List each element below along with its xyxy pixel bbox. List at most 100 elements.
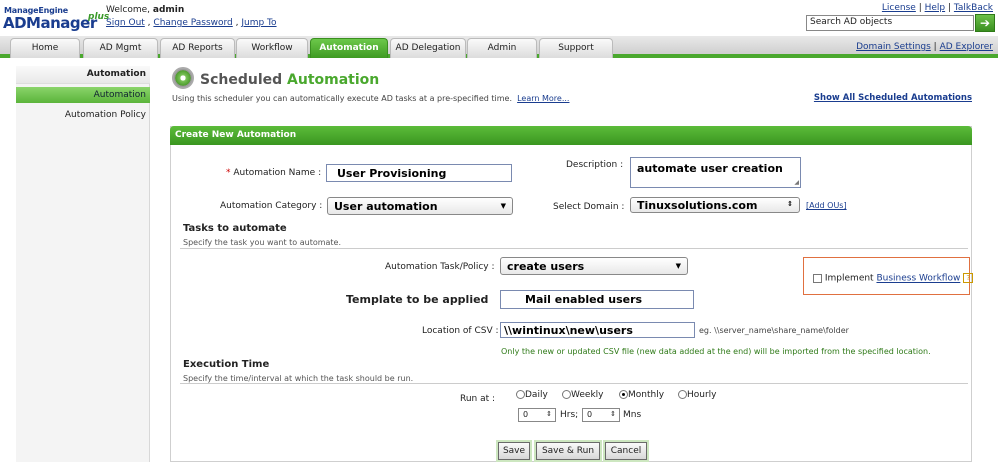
hours-select[interactable]: 0 ⇕ — [518, 408, 556, 422]
run-option-weekly-label: Weekly — [571, 390, 604, 400]
run-option-weekly[interactable]: Weekly — [562, 390, 603, 400]
user-links: Sign Out , Change Password , Jump To — [106, 18, 277, 28]
dropdown-arrow-icon: ▼ — [675, 262, 681, 270]
select-domain-label: Select Domain : — [553, 202, 625, 212]
minutes-value: 0 — [587, 410, 593, 419]
jump-to-link[interactable]: Jump To — [241, 18, 276, 28]
show-all-link[interactable]: Show All Scheduled Automations — [814, 93, 972, 103]
description-textarea[interactable]: automate user creation ◢ — [630, 157, 801, 188]
resize-handle-icon[interactable]: ◢ — [794, 179, 799, 186]
run-option-daily[interactable]: Daily — [516, 390, 548, 400]
top-links: License | Help | TalkBack — [881, 3, 993, 13]
help-icon[interactable]: ? — [963, 273, 974, 283]
dropdown-arrow-icon: ▼ — [500, 202, 506, 210]
divider — [180, 248, 968, 249]
hours-label: Hrs; — [560, 410, 579, 420]
page-subtitle-text: Using this scheduler you can automatical… — [172, 94, 513, 103]
welcome-prefix: Welcome, — [106, 5, 151, 15]
automation-category-value: User automation — [334, 200, 438, 213]
nav-right-links: Domain Settings | AD Explorer — [856, 42, 993, 52]
csv-example: eg. \\server_name\share_name\folder — [699, 326, 849, 335]
spinner-arrows-icon: ⇕ — [787, 200, 793, 208]
panel-title: Create New Automation — [170, 126, 972, 145]
welcome-text: Welcome, admin — [106, 5, 184, 15]
arrow-right-icon: ➔ — [979, 16, 991, 30]
radio-daily[interactable] — [516, 390, 525, 399]
page-subtitle: Using this scheduler you can automatical… — [172, 94, 569, 103]
required-icon: * — [226, 168, 231, 178]
implement-workflow-checkbox[interactable] — [813, 273, 822, 283]
execution-subtitle: Specify the time/interval at which the t… — [183, 374, 414, 383]
ad-explorer-link[interactable]: AD Explorer — [940, 42, 993, 52]
csv-note: Only the new or updated CSV file (new da… — [501, 347, 931, 356]
brand-product: ADManager — [3, 14, 97, 32]
hours-value: 0 — [523, 410, 529, 419]
tab-automation[interactable]: Automation — [310, 38, 388, 58]
tasks-subtitle: Specify the task you want to automate. — [183, 238, 342, 247]
save-and-run-button[interactable]: Save & Run — [536, 442, 600, 460]
run-option-hourly[interactable]: Hourly — [678, 390, 717, 400]
add-ous-link[interactable]: [Add OUs] — [806, 201, 847, 210]
license-link[interactable]: License — [882, 3, 916, 13]
talkback-link[interactable]: TalkBack — [954, 3, 993, 13]
gear-icon — [172, 67, 194, 89]
business-workflow-link[interactable]: Business Workflow — [876, 274, 960, 284]
automation-task-value: create users — [507, 260, 585, 273]
implement-label: Implement — [824, 273, 874, 284]
tab-ad-delegation[interactable]: AD Delegation — [390, 38, 466, 58]
radio-monthly[interactable] — [619, 390, 628, 399]
template-label: Template to be applied — [346, 293, 489, 306]
radio-weekly[interactable] — [562, 390, 571, 399]
sign-out-link[interactable]: Sign Out — [106, 18, 145, 28]
help-link[interactable]: Help — [925, 3, 946, 13]
tasks-heading: Tasks to automate — [183, 223, 287, 234]
minutes-select[interactable]: 0 ⇕ — [582, 408, 620, 422]
automation-name-label-text: Automation Name : — [233, 168, 322, 178]
automation-name-label: * Automation Name : — [226, 168, 321, 178]
spinner-arrows-icon: ⇕ — [546, 410, 552, 418]
template-input[interactable]: Mail enabled users — [500, 290, 694, 309]
tab-ad-mgmt[interactable]: AD Mgmt — [83, 38, 158, 58]
page-title-part1: Scheduled — [200, 72, 283, 88]
page-title: Scheduled Automation — [200, 72, 379, 88]
tab-ad-reports[interactable]: AD Reports — [160, 38, 235, 58]
automation-task-label: Automation Task/Policy : — [385, 262, 495, 272]
domain-select[interactable]: Tinuxsolutions.com ⇕ — [630, 197, 800, 213]
description-label: Description : — [566, 160, 624, 170]
sidebar — [16, 66, 150, 462]
change-password-link[interactable]: Change Password — [153, 18, 232, 28]
tab-workflow[interactable]: Workflow — [236, 38, 308, 58]
divider — [180, 383, 968, 384]
run-option-monthly[interactable]: Monthly — [619, 390, 664, 400]
search-go-button[interactable]: ➔ — [975, 14, 995, 32]
run-option-daily-label: Daily — [525, 390, 548, 400]
tab-support[interactable]: Support — [539, 38, 613, 58]
automation-category-select[interactable]: User automation ▼ — [327, 197, 513, 215]
implement-workflow-row: Implement Business Workflow ? — [813, 273, 974, 284]
radio-hourly[interactable] — [678, 390, 687, 399]
csv-location-label: Location of CSV : — [422, 326, 499, 336]
domain-settings-link[interactable]: Domain Settings — [856, 42, 931, 52]
sidebar-item-automation-policy[interactable]: Automation Policy — [16, 107, 150, 123]
automation-category-label: Automation Category : — [220, 201, 323, 211]
sidebar-item-automation[interactable]: Automation — [16, 87, 150, 103]
execution-heading: Execution Time — [183, 359, 270, 370]
automation-task-select[interactable]: create users ▼ — [500, 257, 688, 275]
sidebar-heading: Automation — [16, 66, 150, 84]
minutes-label: Mns — [623, 410, 642, 420]
domain-value: Tinuxsolutions.com — [637, 199, 758, 212]
automation-name-input[interactable]: User Provisioning — [326, 164, 512, 182]
page-title-part2: Automation — [287, 72, 380, 88]
csv-location-input[interactable]: \\wintinux\new\users — [500, 322, 695, 338]
learn-more-link[interactable]: Learn More... — [517, 94, 569, 103]
search-input[interactable]: Search AD objects — [806, 15, 974, 31]
spinner-arrows-icon: ⇕ — [610, 410, 616, 418]
tab-home[interactable]: Home — [10, 38, 80, 58]
cancel-button[interactable]: Cancel — [605, 442, 647, 460]
run-at-label: Run at : — [460, 394, 496, 404]
username: admin — [152, 5, 185, 15]
tab-admin[interactable]: Admin — [467, 38, 537, 58]
save-button[interactable]: Save — [498, 442, 530, 460]
run-option-hourly-label: Hourly — [687, 390, 717, 400]
description-value: automate user creation — [637, 162, 783, 175]
